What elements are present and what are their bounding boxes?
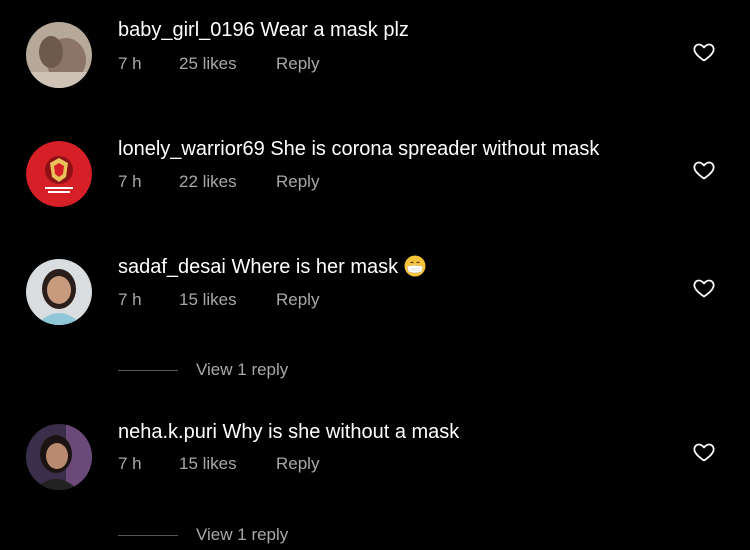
mask-face-emoji [404,255,426,277]
comment-meta: 7 h 15 likes Reply [118,290,319,310]
divider [118,534,178,536]
comment-body: Wear a mask plz [260,19,409,41]
comment-meta: 7 h 25 likes Reply [118,54,319,74]
comment-text: neha.k.puri Why is she without a mask [118,420,459,444]
timestamp: 7 h [118,290,142,309]
username[interactable]: lonely_warrior69 [118,138,265,160]
reply-button[interactable]: Reply [276,290,319,310]
heart-outline-icon[interactable] [692,40,716,64]
view-replies-button[interactable]: View 1 reply [118,525,288,545]
comment-text: sadaf_desai Where is her mask [118,255,426,279]
likes-count[interactable]: 25 likes [179,54,276,74]
username[interactable]: neha.k.puri [118,421,217,443]
timestamp: 7 h [118,454,142,473]
heart-outline-icon[interactable] [692,158,716,182]
avatar[interactable] [26,259,92,325]
comment-meta: 7 h 22 likes Reply [118,172,319,192]
comment-text: lonely_warrior69 She is corona spreader … [118,137,599,161]
username[interactable]: baby_girl_0196 [118,19,255,41]
timestamp: 7 h [118,172,142,191]
timestamp: 7 h [118,54,142,73]
likes-count[interactable]: 22 likes [179,172,276,192]
avatar[interactable] [26,141,92,207]
heart-outline-icon[interactable] [692,276,716,300]
avatar[interactable] [26,22,92,88]
comment-body: She is corona spreader without mask [270,138,600,160]
view-replies-button[interactable]: View 1 reply [118,360,288,380]
comment-body: Why is she without a mask [222,421,460,443]
view-replies-label[interactable]: View 1 reply [196,360,288,380]
likes-count[interactable]: 15 likes [179,290,276,310]
reply-button[interactable]: Reply [276,54,319,74]
avatar[interactable] [26,424,92,490]
comment-meta: 7 h 15 likes Reply [118,454,319,474]
reply-button[interactable]: Reply [276,172,319,192]
comment-body: Where is her mask [231,256,399,278]
heart-outline-icon[interactable] [692,440,716,464]
divider [118,369,178,371]
comment-text: baby_girl_0196 Wear a mask plz [118,18,409,42]
username[interactable]: sadaf_desai [118,256,226,278]
view-replies-label[interactable]: View 1 reply [196,525,288,545]
likes-count[interactable]: 15 likes [179,454,276,474]
reply-button[interactable]: Reply [276,454,319,474]
